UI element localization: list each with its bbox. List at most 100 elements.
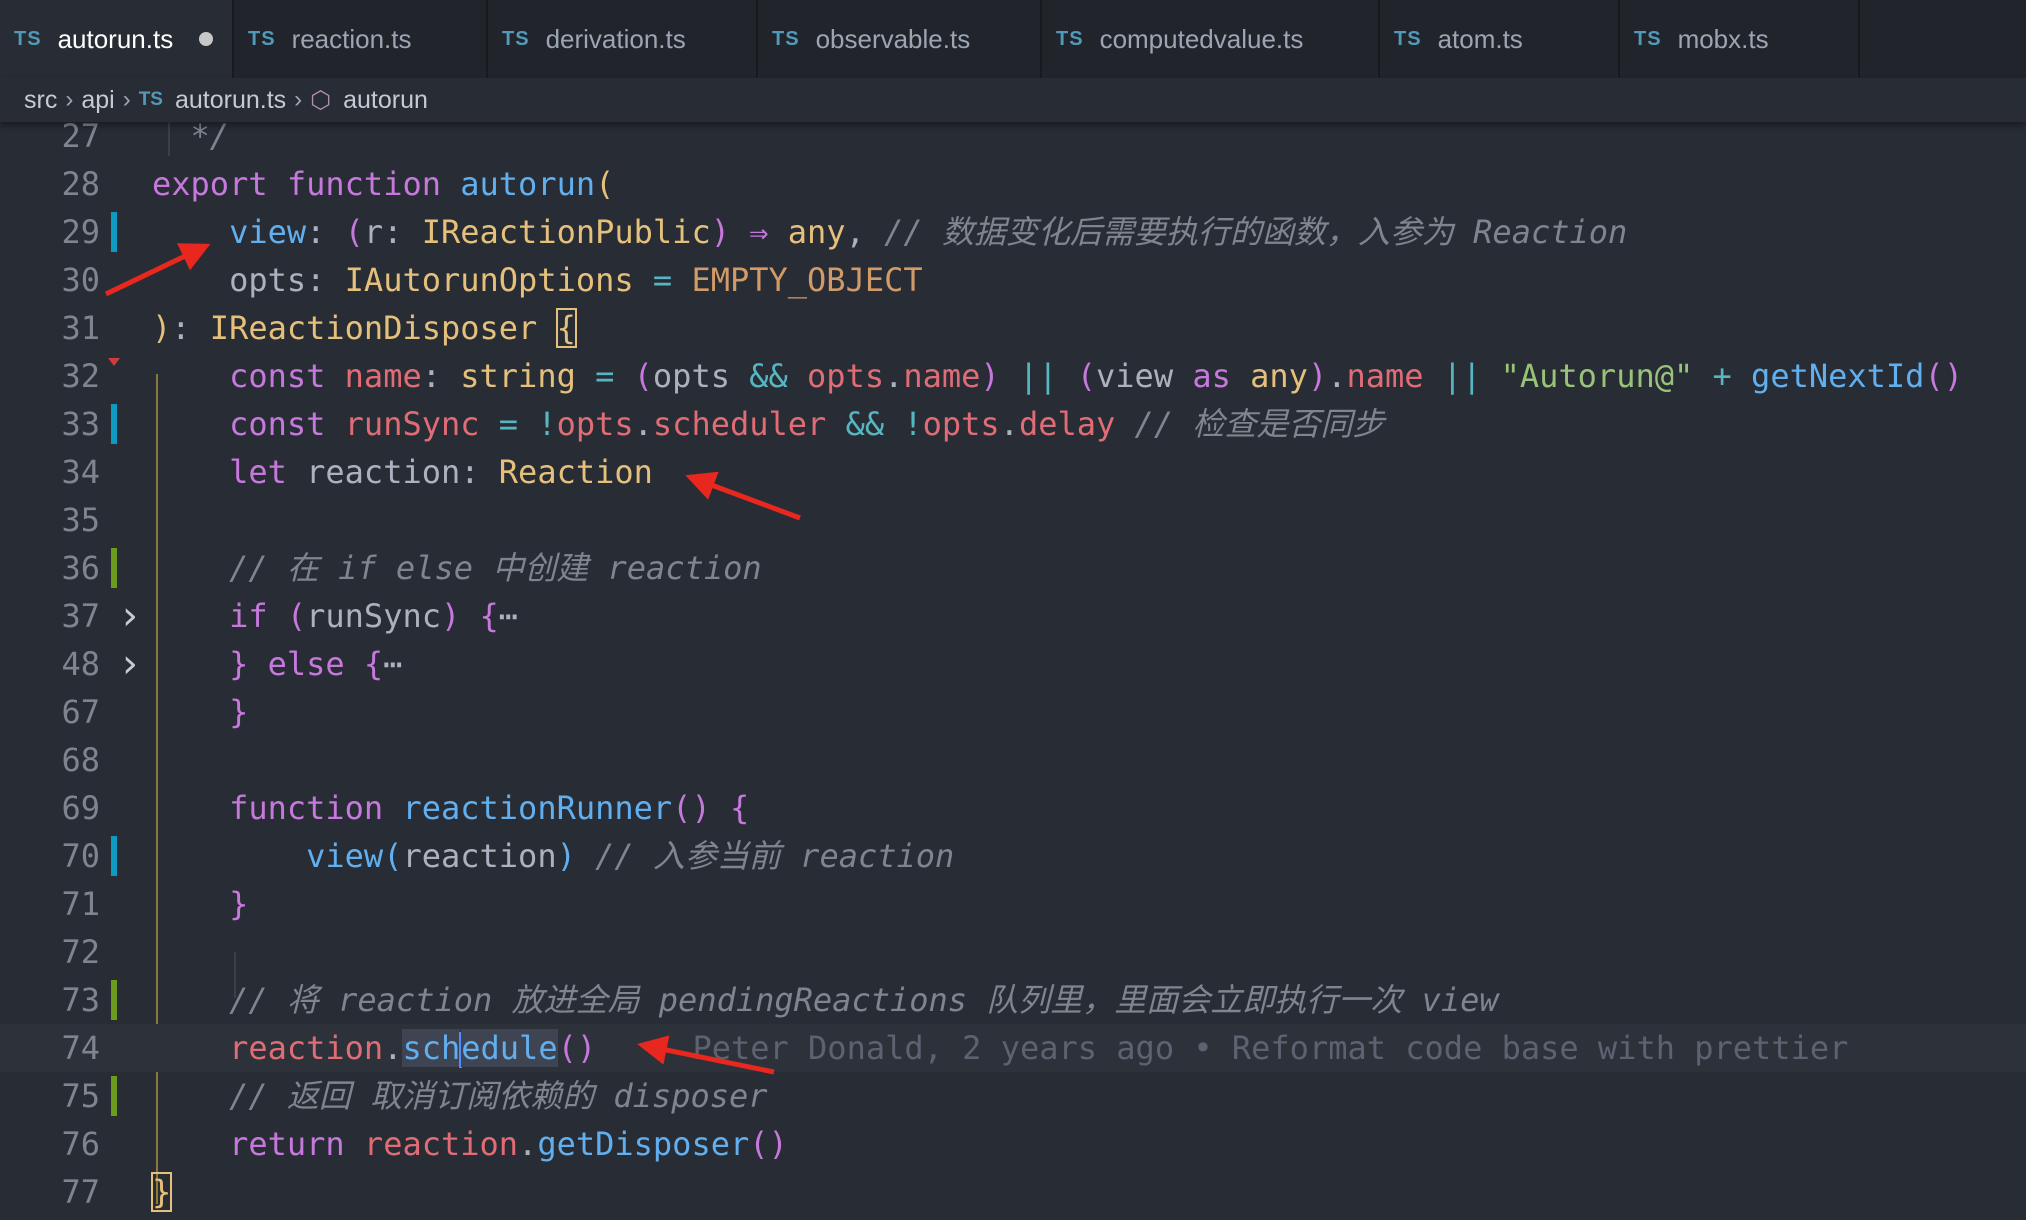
- tab-label: reaction.ts: [291, 23, 412, 54]
- tab-derivation-ts[interactable]: TS derivation.ts: [488, 0, 758, 78]
- chevron-right-icon: ›: [122, 86, 131, 113]
- code-token: ||: [1442, 357, 1482, 395]
- code-text: }: [152, 880, 248, 928]
- gutter-deleted-marker[interactable]: [108, 358, 120, 366]
- unsaved-dot-icon[interactable]: [199, 32, 214, 46]
- tab-mobx-ts[interactable]: TS mobx.ts: [1620, 0, 1860, 78]
- tab-atom-ts[interactable]: TS atom.ts: [1380, 0, 1620, 78]
- code-text: view: (r: IReactionPublic) ⇒ any, // 数据变…: [152, 208, 1627, 256]
- tab-reaction-ts[interactable]: TS reaction.ts: [234, 0, 488, 78]
- line-number: 32: [61, 357, 100, 395]
- code-line[interactable]: 73 // 将 reaction 放进全局 pendingReactions 队…: [0, 976, 2026, 1024]
- code-token: (: [344, 213, 364, 251]
- code-line[interactable]: 48 › } else {⋯: [0, 640, 2026, 688]
- code-token: ,: [845, 213, 885, 251]
- code-editor[interactable]: 27 */28 export function autorun(29 view: …: [0, 122, 2026, 1220]
- code-token: getNextId: [1751, 357, 1925, 395]
- code-text: }: [152, 688, 248, 736]
- code-line[interactable]: 71 }: [0, 880, 2026, 928]
- gutter-modified-marker[interactable]: [111, 404, 117, 444]
- code-line[interactable]: 27 */: [0, 122, 2026, 160]
- code-line[interactable]: 76 return reaction.getDisposer(): [0, 1120, 2026, 1168]
- code-line[interactable]: 67 }: [0, 688, 2026, 736]
- breadcrumb-item-api[interactable]: api: [81, 86, 114, 115]
- code-line[interactable]: 68: [0, 736, 2026, 784]
- code-token: opts: [807, 357, 885, 395]
- code-token: +: [1712, 357, 1732, 395]
- gutter-modified-marker[interactable]: [111, 836, 117, 876]
- gutter-added-marker[interactable]: [111, 1076, 117, 1116]
- breadcrumb-item-symbol[interactable]: autorun: [343, 86, 428, 115]
- line-number: 69: [61, 789, 100, 827]
- code-token: name: [903, 357, 981, 395]
- code-token: (: [286, 597, 307, 635]
- tab-label: derivation.ts: [545, 23, 686, 54]
- code-token: view: [1096, 357, 1193, 395]
- code-line[interactable]: 37 › if (runSync) {⋯: [0, 592, 2026, 640]
- code-token: string: [460, 357, 576, 395]
- typescript-file-icon: TS: [1634, 27, 1662, 50]
- code-token: any: [1250, 357, 1308, 395]
- code-token: (): [672, 789, 711, 827]
- code-line[interactable]: 35: [0, 496, 2026, 544]
- code-token: ): [556, 837, 576, 875]
- code-line[interactable]: 70 view(reaction) // 入参当前 reaction: [0, 832, 2026, 880]
- code-line[interactable]: 77}: [0, 1168, 2026, 1216]
- code-token: }: [229, 885, 249, 923]
- code-line[interactable]: 34 let reaction: Reaction: [0, 448, 2026, 496]
- code-text: } else {⋯: [152, 640, 402, 688]
- code-line[interactable]: 69 function reactionRunner() {: [0, 784, 2026, 832]
- code-text: // 返回 取消订阅依赖的 disposer: [152, 1072, 768, 1120]
- fold-chevron-icon[interactable]: ›: [117, 592, 143, 640]
- code-line[interactable]: 72: [0, 928, 2026, 976]
- tab-observable-ts[interactable]: TS observable.ts: [758, 0, 1042, 78]
- breadcrumb-item-src[interactable]: src: [24, 86, 57, 115]
- line-number: 77: [61, 1173, 100, 1211]
- tab-label: computedvalue.ts: [1099, 23, 1304, 54]
- code-line[interactable]: 74 reaction.schedule() Peter Donald, 2 y…: [0, 1024, 2026, 1072]
- code-token: function: [229, 789, 403, 827]
- code-line[interactable]: 75 // 返回 取消订阅依赖的 disposer: [0, 1072, 2026, 1120]
- code-token: let: [229, 453, 307, 491]
- code-token: // 返回 取消订阅依赖的 disposer: [229, 1077, 768, 1115]
- typescript-file-icon: TS: [248, 27, 276, 50]
- line-number: 48: [61, 645, 100, 683]
- gutter-added-marker[interactable]: [111, 548, 117, 588]
- code-token: name: [1346, 357, 1424, 395]
- code-line[interactable]: 31): IReactionDisposer {: [0, 304, 2026, 352]
- code-text: ): IReactionDisposer {: [152, 304, 577, 352]
- fold-chevron-icon[interactable]: ›: [117, 640, 143, 688]
- code-token: ): [440, 597, 461, 635]
- code-text: */: [152, 122, 230, 160]
- code-line[interactable]: 36 // 在 if else 中创建 reaction: [0, 544, 2026, 592]
- code-line[interactable]: 29 view: (r: IReactionPublic) ⇒ any, // …: [0, 208, 2026, 256]
- line-number: 68: [61, 741, 100, 779]
- code-token: =: [652, 261, 673, 299]
- gutter-added-marker[interactable]: [111, 980, 117, 1020]
- line-number: 35: [61, 501, 100, 539]
- breadcrumb-item-file[interactable]: autorun.ts: [175, 86, 286, 115]
- code-token: (: [633, 357, 653, 395]
- code-line[interactable]: 30 opts: IAutorunOptions = EMPTY_OBJECT: [0, 256, 2026, 304]
- gutter-modified-marker[interactable]: [111, 212, 117, 252]
- code-line[interactable]: 32 const name: string = (opts && opts.na…: [0, 352, 2026, 400]
- tab-autorun-ts[interactable]: TS autorun.ts: [0, 0, 234, 78]
- git-blame-annotation: Peter Donald, 2 years ago • Reformat cod…: [692, 1029, 1849, 1067]
- code-line[interactable]: 28 export function autorun(: [0, 160, 2026, 208]
- code-token: view: [229, 213, 307, 251]
- code-token: reaction: [402, 837, 557, 875]
- code-line[interactable]: 33 const runSync = !opts.scheduler && !o…: [0, 400, 2026, 448]
- tab-computedvalue-ts[interactable]: TS computedvalue.ts: [1042, 0, 1380, 78]
- matched-bracket: }: [150, 1172, 173, 1212]
- code-token: }: [229, 693, 249, 731]
